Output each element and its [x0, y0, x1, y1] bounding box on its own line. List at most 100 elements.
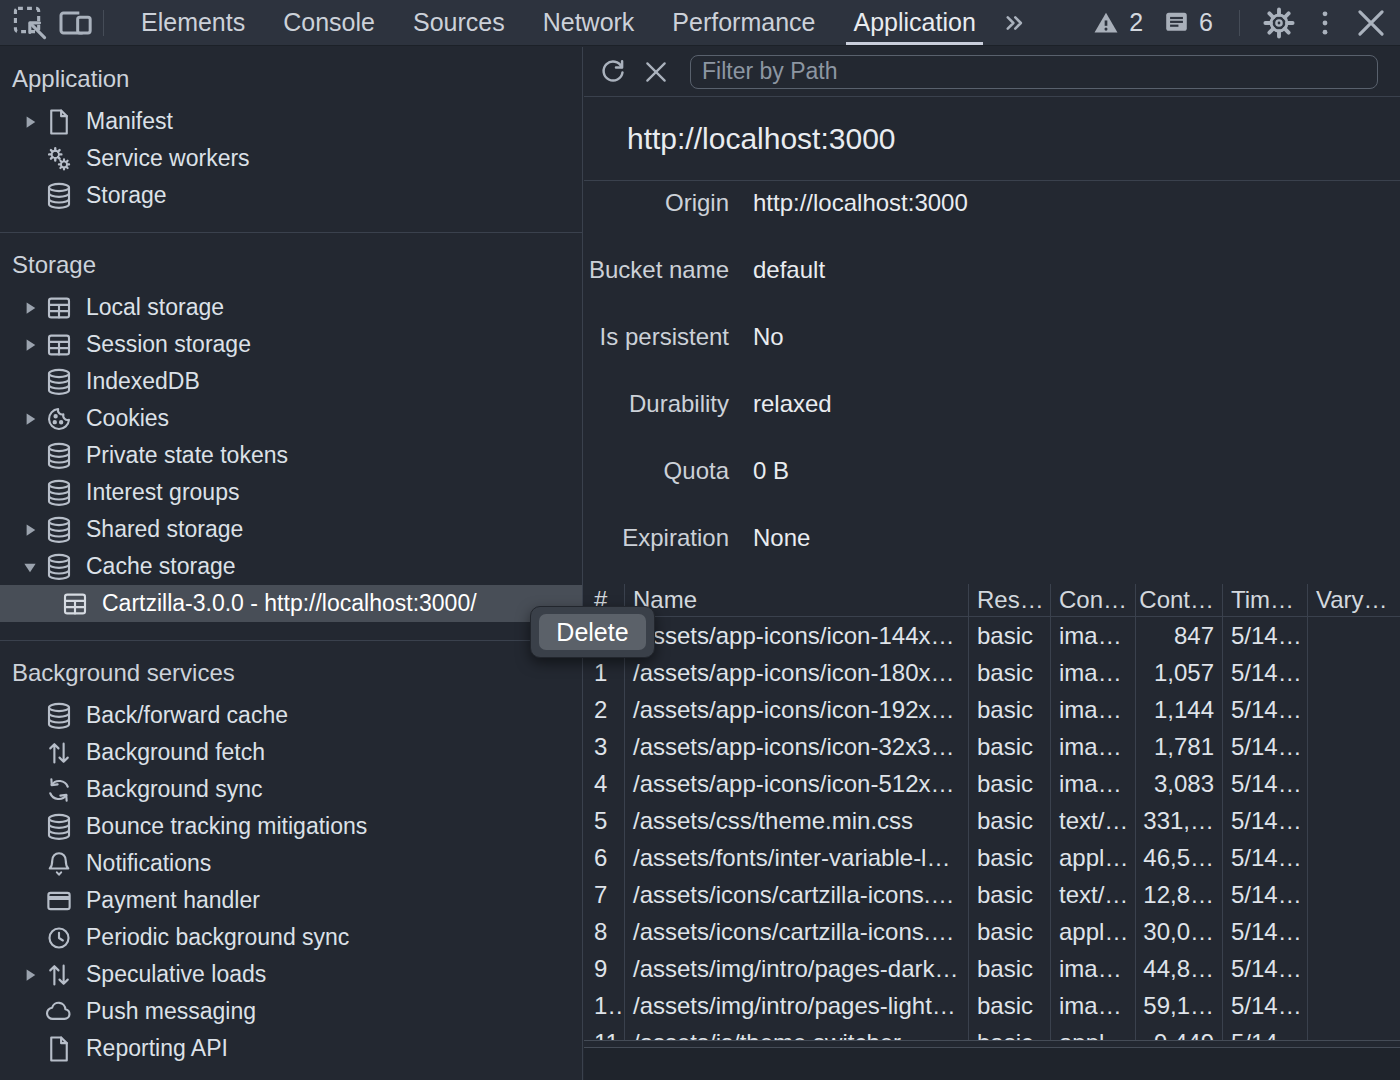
cell-vary — [1308, 691, 1400, 728]
kebab-menu-icon[interactable] — [1308, 6, 1342, 40]
cell-num: 3 — [584, 728, 625, 765]
warning-icon — [1092, 9, 1120, 37]
preview-pane — [584, 1048, 1400, 1080]
sidebar-item-back-forward-cache[interactable]: Back/forward cache — [0, 697, 582, 734]
messages-indicator[interactable]: 6 — [1159, 8, 1217, 37]
sidebar-item-shared-storage[interactable]: Shared storage — [0, 511, 582, 548]
sidebar-item-local-storage[interactable]: Local storage — [0, 289, 582, 326]
cell-res: basic — [969, 691, 1051, 728]
sidebar-item-private-state-tokens[interactable]: Private state tokens — [0, 437, 582, 474]
arrow-spacer — [21, 781, 39, 799]
column-header-tim[interactable]: Tim… — [1223, 584, 1308, 616]
sidebar-item-periodic-background-sync[interactable]: Periodic background sync — [0, 919, 582, 956]
warnings-indicator[interactable]: 2 — [1088, 8, 1147, 37]
sidebar-item-storage[interactable]: Storage — [0, 177, 582, 214]
chevron-right-icon[interactable] — [21, 410, 39, 428]
chevron-right-icon[interactable] — [21, 299, 39, 317]
table-row[interactable]: 6/assets/fonts/inter-variable-l…basicapp… — [584, 839, 1400, 876]
tab-performance[interactable]: Performance — [653, 0, 834, 45]
cell-vary — [1308, 876, 1400, 913]
cell-con: text/… — [1051, 802, 1136, 839]
sidebar-item-label: Service workers — [86, 145, 250, 172]
table-row[interactable]: 1/assets/app-icons/icon-180x…basicima…1,… — [584, 654, 1400, 691]
more-tabs-icon[interactable] — [999, 8, 1029, 38]
column-header-vary[interactable]: Vary… — [1308, 584, 1400, 616]
table-row[interactable]: 0/assets/app-icons/icon-144x…basicima…84… — [584, 617, 1400, 654]
sidebar-item-payment-handler[interactable]: Payment handler — [0, 882, 582, 919]
table-row[interactable]: 8/assets/icons/cartzilla-icons.…basicapp… — [584, 913, 1400, 950]
sidebar-item-service-workers[interactable]: Service workers — [0, 140, 582, 177]
sidebar-item-cache-storage[interactable]: Cache storage — [0, 548, 582, 585]
sidebar-item-background-sync[interactable]: Background sync — [0, 771, 582, 808]
message-icon — [1163, 9, 1190, 36]
cell-con: ima… — [1051, 691, 1136, 728]
refresh-icon[interactable] — [600, 59, 626, 85]
table-row[interactable]: 2/assets/app-icons/icon-192x…basicima…1,… — [584, 691, 1400, 728]
table-row[interactable]: 1…/assets/img/intro/pages-light…basicima… — [584, 987, 1400, 1024]
tab-network[interactable]: Network — [524, 0, 654, 45]
context-menu-item-delete[interactable]: Delete — [539, 614, 646, 650]
cell-vary — [1308, 913, 1400, 950]
chevron-right-icon[interactable] — [21, 521, 39, 539]
table-row[interactable]: 9/assets/img/intro/pages-dark…basicima…4… — [584, 950, 1400, 987]
chevron-down-icon[interactable] — [21, 558, 39, 576]
filter-input[interactable] — [690, 55, 1378, 89]
sidebar-item-push-messaging[interactable]: Push messaging — [0, 993, 582, 1030]
warning-count: 2 — [1129, 8, 1143, 37]
settings-gear-icon[interactable] — [1262, 6, 1296, 40]
cell-con: text/… — [1051, 876, 1136, 913]
close-icon[interactable] — [1354, 6, 1388, 40]
arrow-spacer — [21, 855, 39, 873]
column-header-name[interactable]: Name — [625, 584, 969, 616]
origin-title: http://localhost:3000 — [584, 97, 1400, 181]
tab-elements[interactable]: Elements — [122, 0, 264, 45]
cell-cont: 44,8… — [1136, 950, 1223, 987]
sidebar-item-speculative-loads[interactable]: Speculative loads — [0, 956, 582, 993]
cell-num: 7 — [584, 876, 625, 913]
database-icon — [44, 552, 74, 582]
sidebar-item-bounce-tracking-mitigations[interactable]: Bounce tracking mitigations — [0, 808, 582, 845]
cache-table: #NameRes…Con…Cont…Tim…Vary… 0/assets/app… — [584, 584, 1400, 1080]
sidebar-item-label: Background fetch — [86, 739, 265, 766]
inspect-element-icon[interactable] — [13, 6, 47, 40]
sidebar-item-indexeddb[interactable]: IndexedDB — [0, 363, 582, 400]
table-row[interactable]: 3/assets/app-icons/icon-32x3…basicima…1,… — [584, 728, 1400, 765]
table-row[interactable]: 5/assets/css/theme.min.cssbasictext/…331… — [584, 802, 1400, 839]
cell-cont: 847 — [1136, 617, 1223, 654]
cell-con: ima… — [1051, 950, 1136, 987]
sidebar-item-session-storage[interactable]: Session storage — [0, 326, 582, 363]
cell-tim: 5/14… — [1223, 802, 1308, 839]
cell-name: /assets/app-icons/icon-192x… — [625, 691, 969, 728]
table-row[interactable]: 4/assets/app-icons/icon-512x…basicima…3,… — [584, 765, 1400, 802]
column-header-cont[interactable]: Cont… — [1136, 584, 1223, 616]
column-header-con[interactable]: Con… — [1051, 584, 1136, 616]
sidebar-item-cartzilla-3-0-0-http-localhost-3000[interactable]: Cartzilla-3.0.0 - http://localhost:3000/ — [0, 585, 582, 622]
sidebar-item-label: Back/forward cache — [86, 702, 288, 729]
table-row[interactable]: 7/assets/icons/cartzilla-icons.…basictex… — [584, 876, 1400, 913]
arrow-spacer — [21, 484, 39, 502]
clear-icon[interactable] — [644, 60, 668, 84]
sidebar-item-background-fetch[interactable]: Background fetch — [0, 734, 582, 771]
cell-cont: 1,144 — [1136, 691, 1223, 728]
arrow-spacer — [21, 818, 39, 836]
sidebar-item-reporting-api[interactable]: Reporting API — [0, 1030, 582, 1067]
tab-sources[interactable]: Sources — [394, 0, 524, 45]
table-row[interactable]: 11/assets/js/theme.switcher…basicappl…9,… — [584, 1024, 1400, 1040]
sidebar-item-manifest[interactable]: Manifest — [0, 103, 582, 140]
device-toolbar-icon[interactable] — [59, 6, 93, 40]
toolbar-divider — [1239, 10, 1240, 36]
arrow-spacer — [21, 150, 39, 168]
column-header-res[interactable]: Res… — [969, 584, 1051, 616]
table-header: #NameRes…Con…Cont…Tim…Vary… — [584, 584, 1400, 617]
tab-console[interactable]: Console — [264, 0, 394, 45]
chevron-right-icon[interactable] — [21, 336, 39, 354]
cell-num: 6 — [584, 839, 625, 876]
chevron-right-icon[interactable] — [21, 966, 39, 984]
sidebar-item-notifications[interactable]: Notifications — [0, 845, 582, 882]
cookie-icon — [44, 404, 74, 434]
tab-application[interactable]: Application — [834, 0, 994, 45]
sidebar-item-interest-groups[interactable]: Interest groups — [0, 474, 582, 511]
sidebar-item-cookies[interactable]: Cookies — [0, 400, 582, 437]
chevron-right-icon[interactable] — [21, 113, 39, 131]
up-down-arrows-icon — [44, 738, 74, 768]
